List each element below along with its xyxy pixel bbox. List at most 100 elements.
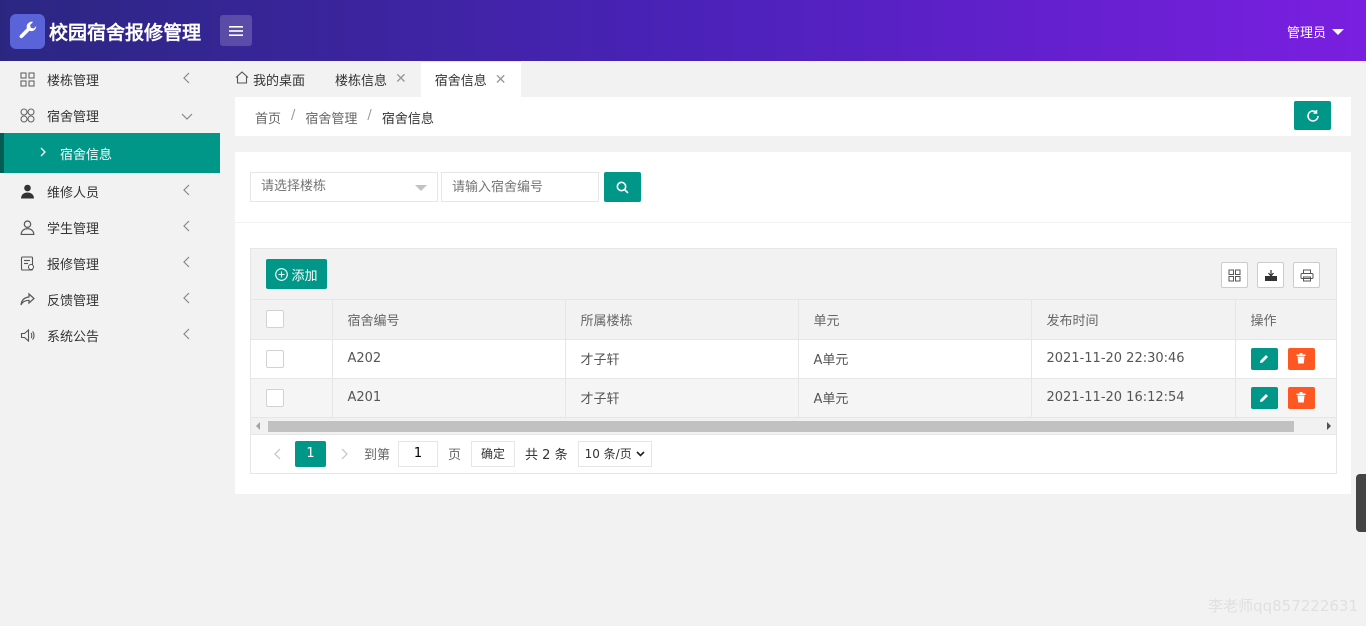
tab-dorm-info[interactable]: 宿舍信息 ✕	[420, 61, 521, 97]
menu-toggle-button[interactable]	[220, 15, 252, 46]
column-header[interactable]: 发布时间	[1031, 300, 1236, 340]
close-icon[interactable]: ✕	[395, 71, 407, 87]
sidebar-item-dorm-info[interactable]: 宿舍信息	[0, 133, 220, 173]
building-select[interactable]: 请选择楼栋	[250, 172, 438, 202]
tab-desktop[interactable]: 我的桌面	[220, 61, 319, 97]
edit-button[interactable]	[1250, 347, 1278, 370]
sidebar-item-repair-staff[interactable]: 维修人员	[0, 173, 220, 209]
row-checkbox[interactable]	[266, 388, 284, 407]
unit-cell: A单元	[798, 339, 1032, 379]
delete-button[interactable]	[1287, 386, 1315, 409]
app-title: 校园宿舍报修管理	[49, 22, 202, 44]
divider	[235, 222, 1351, 223]
refresh-icon	[1306, 109, 1319, 122]
select-all-checkbox[interactable]	[266, 310, 284, 329]
breadcrumb-home[interactable]: 首页	[255, 108, 281, 127]
scroll-left-arrow-icon[interactable]	[256, 421, 260, 430]
person-filled-icon	[19, 183, 35, 199]
tab-label: 宿舍信息	[434, 74, 487, 89]
close-icon[interactable]: ✕	[495, 72, 507, 88]
add-button[interactable]: 添加	[266, 259, 327, 289]
breadcrumb-separator: /	[291, 108, 296, 123]
actions-cell	[1235, 339, 1337, 379]
search-icon	[616, 181, 629, 194]
tab-label: 楼栋信息	[335, 73, 388, 89]
caret-down-icon	[415, 185, 427, 191]
next-page-icon[interactable]	[332, 448, 356, 460]
search-button[interactable]	[604, 172, 641, 202]
sidebar-item-label: 系统公告	[47, 329, 100, 345]
sidebar-item-dorm[interactable]: 宿舍管理	[0, 97, 220, 133]
sidebar-item-label: 报修管理	[47, 257, 100, 273]
horizontal-scrollbar[interactable]	[251, 417, 1336, 435]
main-card: 请选择楼栋 添加	[235, 152, 1351, 494]
unit-cell: A单元	[798, 378, 1032, 418]
scrollbar-thumb[interactable]	[268, 420, 1294, 432]
column-header[interactable]: 所属楼栋	[565, 300, 799, 340]
chevron-left-icon	[182, 72, 190, 88]
print-button[interactable]	[1293, 262, 1320, 288]
select-all-cell	[251, 300, 333, 340]
chevron-left-icon	[182, 292, 190, 308]
table-row: A202 才子轩 A单元 2021-11-20 22:30:46	[251, 339, 1337, 379]
caret-down-icon	[1332, 28, 1344, 35]
sidebar-item-label: 宿舍信息	[60, 147, 113, 163]
building-cell: 才子轩	[565, 339, 799, 379]
breadcrumb-dorm-manage[interactable]: 宿舍管理	[305, 108, 357, 127]
column-header: 操作	[1235, 300, 1337, 340]
row-checkbox[interactable]	[266, 349, 284, 368]
tab-label: 我的桌面	[253, 73, 306, 89]
pagination: 1 到第 页 确定 共 2 条 10 条/页	[251, 435, 1336, 473]
sidebar-item-feedback[interactable]: 反馈管理	[0, 281, 220, 317]
wrench-logo-icon	[10, 14, 45, 49]
refresh-button[interactable]	[1294, 101, 1331, 130]
delete-button[interactable]	[1287, 347, 1315, 370]
export-button[interactable]	[1257, 262, 1284, 288]
sidebar: 楼栋管理 宿舍管理 宿舍信息 维修人员 学生管理 报修管理 反馈管理 系统公告	[0, 61, 220, 626]
trash-icon	[1296, 392, 1306, 403]
goto-label: 到第	[364, 448, 391, 463]
building-select-placeholder: 请选择楼栋	[261, 179, 327, 194]
user-menu[interactable]: 管理员	[1287, 22, 1344, 41]
columns-filter-button[interactable]	[1221, 262, 1248, 288]
row-select-cell	[251, 339, 333, 379]
clover-icon	[19, 107, 35, 123]
column-header[interactable]: 宿舍编号	[332, 300, 566, 340]
total-count: 共 2 条	[525, 448, 568, 463]
tab-building-info[interactable]: 楼栋信息 ✕	[319, 61, 421, 97]
sidebar-item-notices[interactable]: 系统公告	[0, 317, 220, 353]
pencil-icon	[1260, 354, 1268, 363]
columns-icon	[1228, 269, 1241, 281]
page-size-select[interactable]: 10 条/页	[577, 440, 652, 467]
scroll-right-arrow-icon[interactable]	[1327, 421, 1331, 430]
sidebar-item-label: 反馈管理	[47, 293, 100, 309]
breadcrumb-separator: /	[367, 108, 372, 123]
table-toolbar: 添加	[251, 249, 1336, 300]
page-unit-label: 页	[448, 448, 462, 463]
sidebar-item-students[interactable]: 学生管理	[0, 209, 220, 245]
column-header[interactable]: 单元	[798, 300, 1032, 340]
prev-page-icon[interactable]	[265, 448, 289, 460]
goto-page-input[interactable]	[398, 440, 439, 467]
chevron-left-icon	[182, 256, 190, 272]
hamburger-icon	[229, 25, 243, 36]
edit-button[interactable]	[1250, 386, 1278, 409]
sidebar-item-repairs[interactable]: 报修管理	[0, 245, 220, 281]
room-number-cell: A201	[332, 378, 566, 418]
export-icon	[1264, 269, 1277, 281]
breadcrumb-current: 宿舍信息	[381, 112, 434, 127]
data-table-container: 添加 宿舍编号 所属楼栋 单元 发布时间 操作 A202 才子轩 A单元 202…	[250, 248, 1337, 474]
search-form: 请选择楼栋	[250, 172, 641, 202]
room-number-input[interactable]	[441, 172, 599, 202]
pencil-icon	[1260, 393, 1268, 402]
breadcrumb-bar: 首页 / 宿舍管理 / 宿舍信息	[235, 97, 1351, 136]
chevron-left-icon	[182, 328, 190, 344]
row-select-cell	[251, 378, 333, 418]
goto-confirm-button[interactable]: 确定	[471, 440, 516, 467]
sidebar-item-label: 宿舍管理	[47, 109, 100, 125]
sidebar-item-building[interactable]: 楼栋管理	[0, 61, 220, 97]
share-icon	[19, 291, 35, 307]
side-widget[interactable]	[1356, 474, 1366, 532]
sidebar-item-label: 维修人员	[47, 185, 100, 201]
current-page[interactable]: 1	[295, 440, 326, 467]
